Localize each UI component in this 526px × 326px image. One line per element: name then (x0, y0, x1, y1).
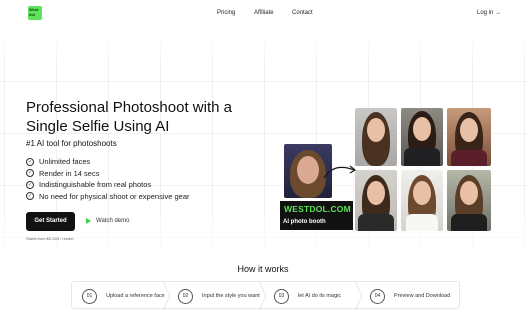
watch-demo-button[interactable]: Watch demo (86, 218, 129, 224)
nav-link-affiliate[interactable]: Affiliate (254, 10, 274, 16)
feature-item: ✓ Render in 14 secs (26, 168, 190, 180)
step-number: 02 (178, 288, 193, 304)
nav-link-contact[interactable]: Contact (292, 10, 313, 16)
hero-subtitle: #1 AI tool for photoshoots (26, 139, 117, 148)
logo[interactable]: West dol (28, 6, 42, 20)
brand-badge: WESTDOL.COM AI photo booth (280, 201, 353, 230)
login-link[interactable]: Log in → (477, 10, 501, 16)
step-item: 01 Upload a reference face (82, 282, 166, 310)
feature-item: ✓ Unlimited faces (26, 156, 190, 168)
feature-item: ✓ Indistinguishable from real photos (26, 179, 190, 191)
generated-photo (447, 170, 491, 231)
feature-text: Render in 14 secs (39, 168, 100, 178)
step-number: 01 (82, 288, 97, 304)
step-text: Preview and Download (394, 292, 451, 299)
feature-list: ✓ Unlimited faces ✓ Render in 14 secs ✓ Ind… (26, 156, 190, 202)
step-text: Input the style you want (202, 292, 260, 299)
generated-photo (447, 108, 491, 166)
arrow-icon (323, 165, 357, 179)
generated-photo (401, 170, 443, 231)
feature-text: Indistinguishable from real photos (39, 180, 152, 190)
step-item: 02 Input the style you want (178, 282, 262, 310)
how-it-works-title: How it works (237, 264, 289, 274)
feature-item: ✓ No need for physical shoot or expensive… (26, 191, 190, 203)
generated-photo (355, 108, 397, 166)
check-circle-icon: ✓ (26, 192, 34, 201)
hero-title: Professional Photoshoot with a Single Se… (26, 99, 232, 135)
grid-fade-top (0, 27, 526, 67)
step-item: 04 Preview and Download (370, 282, 454, 310)
check-circle-icon: ✓ (26, 169, 34, 178)
feature-text: No need for physical shoot or expensive … (39, 191, 190, 201)
badge-subtitle: AI photo booth (283, 219, 326, 225)
generated-photo (401, 108, 443, 166)
play-icon (86, 218, 91, 224)
price-note: Starts from $0.028 / render (26, 236, 74, 241)
step-divider-icon (354, 282, 363, 310)
feature-text: Unlimited faces (39, 157, 91, 167)
check-circle-icon: ✓ (26, 180, 34, 189)
top-nav: West dol Pricing Affiliate Contact Log i… (0, 0, 526, 27)
step-text: Upload a reference face (106, 292, 165, 299)
get-started-button[interactable]: Get Started (26, 212, 75, 231)
step-item: 03 let AI do its magic (274, 282, 358, 310)
steps-bar: 01 Upload a reference face 02 Input the … (71, 281, 460, 310)
generated-photo (355, 170, 397, 231)
nav-link-pricing[interactable]: Pricing (217, 10, 235, 16)
watch-demo-label: Watch demo (96, 218, 130, 224)
step-number: 04 (370, 288, 385, 304)
check-circle-icon: ✓ (26, 157, 34, 166)
badge-title: WESTDOL.COM (284, 204, 351, 214)
step-text: let AI do its magic (298, 292, 342, 299)
step-number: 03 (274, 288, 289, 304)
step-divider-icon (162, 282, 171, 310)
step-divider-icon (258, 282, 267, 310)
